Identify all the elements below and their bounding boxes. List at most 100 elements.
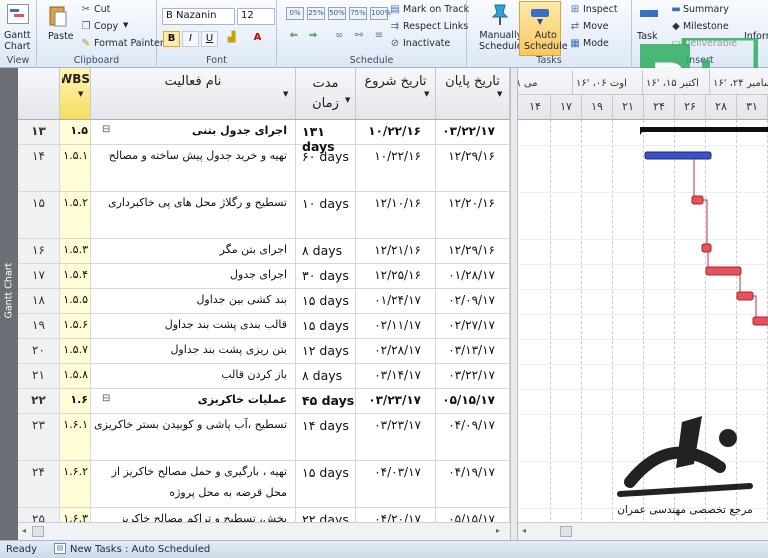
task-name[interactable]: عملیات خاکریزی — [91, 389, 296, 413]
manually-schedule-button[interactable]: Manually Schedule — [479, 30, 523, 52]
dependency-link[interactable] — [753, 295, 757, 317]
column-header-wbs[interactable]: WBS ▼ — [60, 68, 91, 120]
row-wbs[interactable]: ۱.۵.۲ — [60, 192, 91, 238]
task-duration[interactable]: ۸ days — [296, 364, 356, 388]
pin-icon[interactable] — [488, 3, 512, 27]
task-name[interactable]: اجرای جدول — [91, 264, 296, 288]
pane-splitter[interactable] — [510, 68, 518, 540]
gantt-scroll-thumb[interactable] — [560, 526, 572, 537]
task-name[interactable]: تهیه ، بارگیری و حمل مصالح خاکریز از محل… — [91, 461, 296, 507]
gantt-chart-icon[interactable] — [7, 4, 29, 24]
column-header-finish[interactable]: تاریخ پایان ▼ — [436, 68, 510, 120]
task-finish[interactable]: ۱۲/۲۹/۱۶ — [436, 239, 510, 263]
task-start[interactable]: ۰۳/۲۳/۱۷ — [356, 414, 436, 460]
outdent-icon[interactable]: ⇐ — [288, 30, 300, 42]
task-duration[interactable]: ۱۵ days — [296, 314, 356, 338]
row-wbs[interactable]: ۱.۵.۸ — [60, 364, 91, 388]
task-row[interactable]: ۱۴ ۱.۵.۱ تهیه و خرید جدول پیش ساخته و مصال… — [18, 145, 510, 192]
collapse-icon[interactable]: ⊟ — [102, 124, 110, 135]
pct-25-button[interactable]: 25% — [307, 7, 325, 20]
mark-on-track-button[interactable]: Mark on Track — [403, 4, 469, 15]
italic-button[interactable]: I — [182, 31, 199, 47]
task-name[interactable]: قالب بندی پشت بند جداول — [91, 314, 296, 338]
task-row[interactable]: ۱۵ ۱.۵.۲ تسطیح و رگلاژ محل های پی خاکبردار… — [18, 192, 510, 239]
pct-0-button[interactable]: 0% — [286, 7, 304, 20]
pct-100-button[interactable]: 100% — [370, 7, 391, 20]
summary-button[interactable]: Summary — [683, 4, 729, 15]
copy-button[interactable]: Copy — [94, 21, 118, 32]
task-duration[interactable]: ۱۵ days — [296, 289, 356, 313]
row-id[interactable]: ۱۴ — [18, 145, 60, 191]
task-name[interactable]: بند کشی بین جداول — [91, 289, 296, 313]
task-row[interactable]: ۱۹ ۱.۵.۶ قالب بندی پشت بند جداول ۱۵ days ۰۲/… — [18, 314, 510, 339]
milestone-button[interactable]: Milestone — [683, 21, 729, 32]
scroll-left-icon[interactable]: ◂ — [22, 526, 32, 537]
task-start[interactable]: ۱۲/۱۰/۱۶ — [356, 192, 436, 238]
table-horizontal-scrollbar[interactable]: ◂ ▸ — [18, 522, 510, 540]
column-header-start[interactable]: تاریخ شروع ▼ — [356, 68, 436, 120]
task-name[interactable]: بتن ریزی پشت بند جداول — [91, 339, 296, 363]
critical-task-bar[interactable] — [752, 316, 768, 326]
task-row[interactable]: ۱۸ ۱.۵.۵ بند کشی بین جداول ۱۵ days ۰۱/۲۴/۱۷ ۰… — [18, 289, 510, 314]
link-icon[interactable]: ∞ — [333, 30, 345, 42]
task-start[interactable]: ۰۲/۱۱/۱۷ — [356, 314, 436, 338]
task-row[interactable]: ۲۰ ۱.۵.۷ بتن ریزی پشت بند جداول ۱۲ days ۰۲/۲… — [18, 339, 510, 364]
row-id[interactable]: ۲۲ — [18, 389, 60, 413]
chevron-down-icon[interactable]: ▼ — [345, 90, 350, 110]
scroll-right-icon[interactable]: ▸ — [496, 526, 506, 537]
row-wbs[interactable]: ۱.۶.۲ — [60, 461, 91, 507]
task-duration[interactable]: ۴۵ days — [296, 389, 356, 413]
row-wbs[interactable]: ۱.۵.۷ — [60, 339, 91, 363]
task-finish[interactable]: ۰۲/۲۷/۱۷ — [436, 314, 510, 338]
underline-button[interactable]: U — [201, 31, 218, 47]
task-finish[interactable]: ۰۳/۲۲/۱۷ — [436, 364, 510, 388]
task-finish[interactable]: ۰۳/۱۳/۱۷ — [436, 339, 510, 363]
task-name[interactable]: اجرای بتن مگر — [91, 239, 296, 263]
task-duration[interactable]: ۱۵ days — [296, 461, 356, 507]
task-finish[interactable]: ۰۴/۱۹/۱۷ — [436, 461, 510, 507]
indent-icon[interactable]: ⇒ — [307, 30, 319, 42]
task-row[interactable]: ۲۱ ۱.۵.۸ باز کردن قالب ۸ days ۰۳/۱۴/۱۷ ۰۳/۲۲/… — [18, 364, 510, 389]
auto-schedule-icon[interactable] — [528, 4, 552, 28]
task-start[interactable]: ۰۴/۰۳/۱۷ — [356, 461, 436, 507]
row-wbs[interactable]: ۱.۵.۴ — [60, 264, 91, 288]
task-duration[interactable]: ۸ days — [296, 239, 356, 263]
row-id[interactable]: ۱۹ — [18, 314, 60, 338]
row-id[interactable]: ۱۵ — [18, 192, 60, 238]
row-id[interactable]: ۲۱ — [18, 364, 60, 388]
task-name[interactable]: تهیه و خرید جدول پیش ساخته و مصالح — [91, 145, 296, 191]
split-icon[interactable]: ≡ — [373, 30, 385, 42]
task-name[interactable]: اجرای جدول بتنی — [91, 120, 296, 144]
critical-task-bar[interactable] — [691, 195, 704, 205]
task-start[interactable]: ۱۰/۲۲/۱۶ — [356, 145, 436, 191]
task-start[interactable]: ۰۳/۱۴/۱۷ — [356, 364, 436, 388]
task-row[interactable]: ۱۷ ۱.۵.۴ اجرای جدول ۳۰ days ۱۲/۲۵/۱۶ ۰۱/۲۸/۱۷ — [18, 264, 510, 289]
task-name[interactable]: تسطیح و رگلاژ محل های پی خاکبرداری — [91, 192, 296, 238]
row-id[interactable]: ۱۶ — [18, 239, 60, 263]
chevron-down-icon[interactable]: ▼ — [123, 21, 128, 29]
task-row[interactable]: ۲۴ ۱.۶.۲ تهیه ، بارگیری و حمل مصالح خاکریز… — [18, 461, 510, 508]
collapse-icon[interactable]: ⊟ — [102, 393, 110, 404]
unlink-icon[interactable]: ⚯ — [353, 30, 365, 42]
task-duration[interactable]: ۱۴ days — [296, 414, 356, 460]
task-icon[interactable] — [638, 4, 660, 26]
task-finish[interactable]: ۰۳/۲۲/۱۷ — [436, 120, 510, 144]
task-start[interactable]: ۰۱/۲۴/۱۷ — [356, 289, 436, 313]
chevron-down-icon[interactable]: ▼ — [78, 90, 83, 98]
summary-task-row[interactable]: ۲۲ ۱.۶ عملیات خاکریزی ۴۵ days ۰۳/۲۳/۱۷ ۰۵/۱۵/… — [18, 389, 510, 414]
summary-task-row[interactable]: ۱۳ ۱.۵ اجرای جدول بتنی ۱۳۱ days ۱۰/۲۲/۱۶ ۰۳/۲… — [18, 120, 510, 154]
inactivate-button[interactable]: Inactivate — [403, 38, 450, 49]
critical-task-bar[interactable] — [705, 266, 742, 276]
task-finish[interactable]: ۱۲/۲۹/۱۶ — [436, 145, 510, 191]
row-wbs[interactable]: ۱.۵.۵ — [60, 289, 91, 313]
task-start[interactable]: ۱۲/۲۵/۱۶ — [356, 264, 436, 288]
task-duration[interactable]: ۳۰ days — [296, 264, 356, 288]
task-start[interactable]: ۱۲/۲۱/۱۶ — [356, 239, 436, 263]
row-id[interactable]: ۱۳ — [18, 120, 60, 144]
chevron-down-icon[interactable]: ▼ — [424, 90, 429, 98]
task-finish[interactable]: ۰۴/۰۹/۱۷ — [436, 414, 510, 460]
auto-schedule-button[interactable]: Auto Schedule — [524, 30, 568, 52]
task-finish[interactable]: ۱۲/۲۰/۱۶ — [436, 192, 510, 238]
task-finish[interactable]: ۰۱/۲۸/۱۷ — [436, 264, 510, 288]
new-tasks-mode[interactable]: New Tasks : Auto Scheduled — [70, 544, 210, 555]
